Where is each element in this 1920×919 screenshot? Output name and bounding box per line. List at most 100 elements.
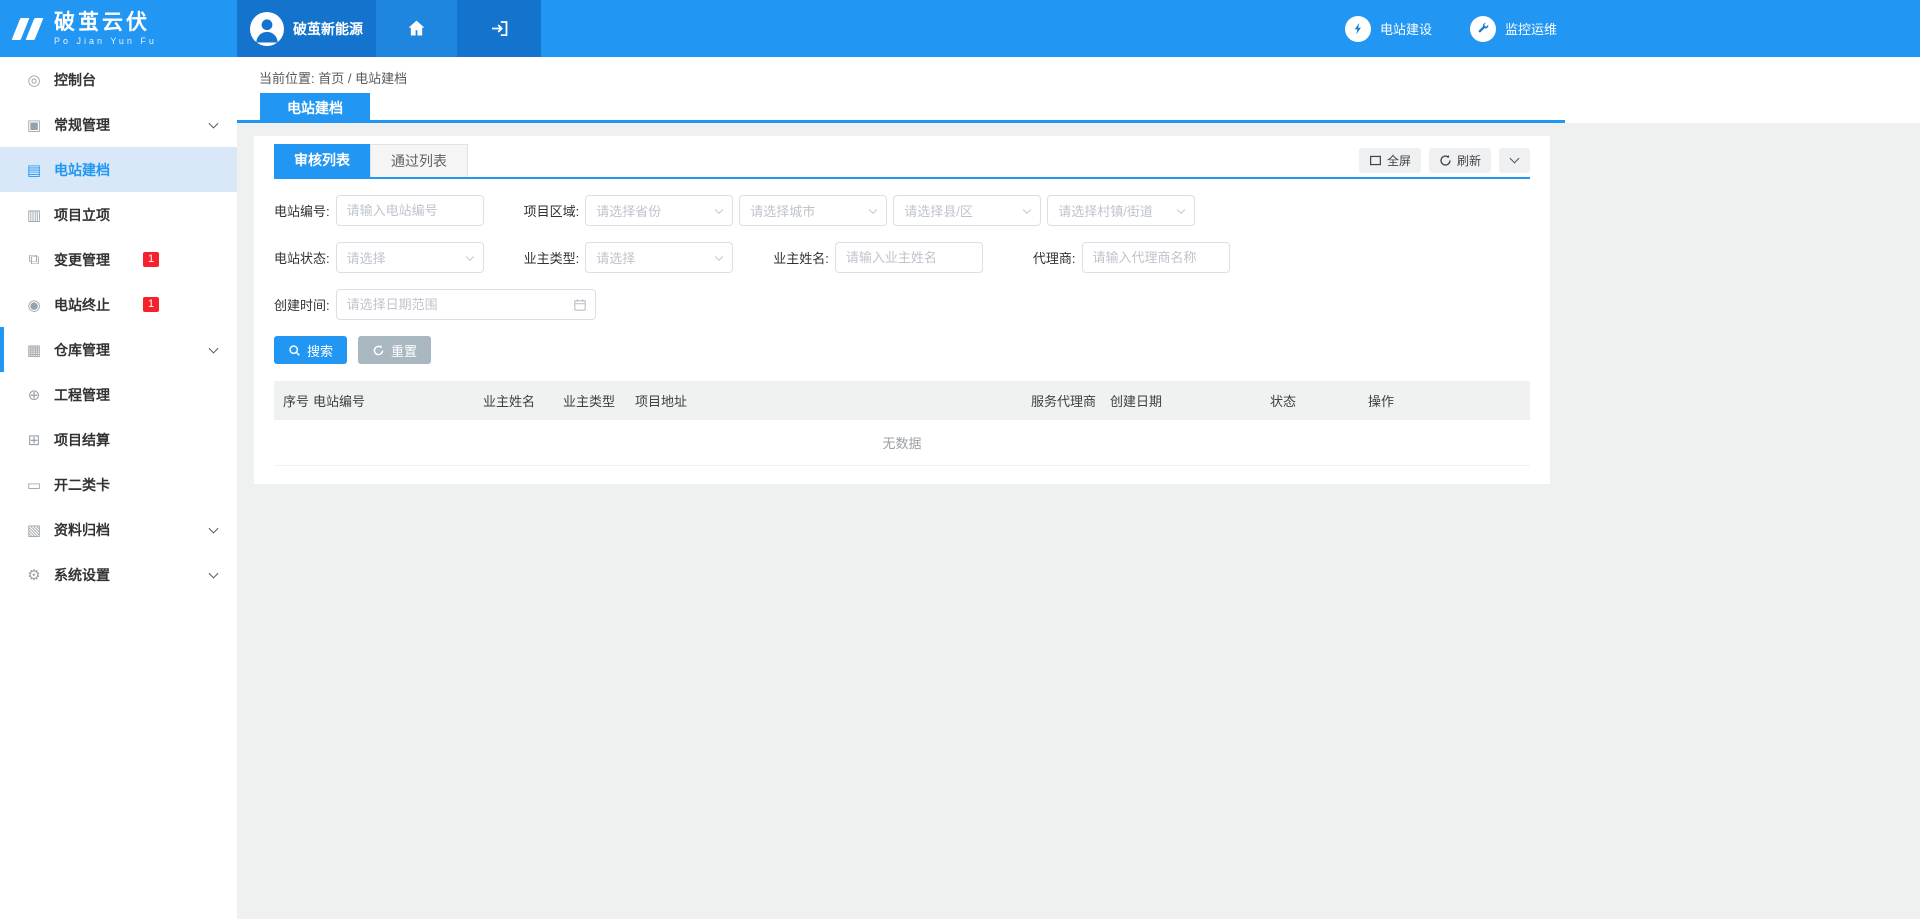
collapse-toolbar-button[interactable] bbox=[1499, 148, 1530, 173]
sidebar-item-general-management[interactable]: ▣ 常规管理 bbox=[0, 102, 237, 147]
county-select[interactable]: 请选择县/区 bbox=[893, 195, 1041, 226]
field-station-status: 电站状态: 请选择 bbox=[274, 242, 484, 273]
filter-row-1: 电站编号: 项目区域: 请选择省份 请选择城市 请选择县/区 请选择村镇/街道 bbox=[274, 195, 1530, 226]
brand-subtitle: Po Jian Yun Fu bbox=[54, 36, 157, 46]
col-station-code: 电站编号 bbox=[304, 391, 474, 410]
chevron-down-icon bbox=[715, 205, 723, 213]
chevron-down-icon bbox=[1023, 205, 1031, 213]
sidebar-item-class2-card[interactable]: ▭ 开二类卡 bbox=[0, 462, 237, 507]
tab-review-list[interactable]: 审核列表 bbox=[274, 144, 370, 177]
date-range-input[interactable] bbox=[336, 289, 596, 320]
globe-icon: ⊕ bbox=[25, 386, 43, 404]
filter-actions: 搜索 重置 bbox=[274, 336, 1530, 364]
province-select[interactable]: 请选择省份 bbox=[585, 195, 733, 226]
col-status: 状态 bbox=[1261, 391, 1359, 410]
chevron-down-icon bbox=[1177, 205, 1185, 213]
owner-type-select[interactable]: 请选择 bbox=[585, 242, 733, 273]
page-tab-station-filing[interactable]: 电站建档 bbox=[260, 93, 370, 123]
project-icon: ▥ bbox=[25, 206, 43, 224]
village-select[interactable]: 请选择村镇/街道 bbox=[1047, 195, 1195, 226]
wrench-icon bbox=[1470, 16, 1496, 42]
col-operations: 操作 bbox=[1359, 391, 1530, 410]
col-owner-type: 业主类型 bbox=[554, 391, 626, 410]
field-create-time: 创建时间: bbox=[274, 289, 596, 320]
sidebar-item-system-settings[interactable]: ⚙ 系统设置 bbox=[0, 552, 237, 597]
filter-row-3: 创建时间: bbox=[274, 289, 1530, 320]
tab-approved-list[interactable]: 通过列表 bbox=[370, 144, 468, 177]
sidebar: ◎ 控制台 ▣ 常规管理 ▤ 电站建档 ▥ 项目立项 ⧉ 变更管理 1 ◉ 电站… bbox=[0, 57, 237, 919]
field-agent: 代理商: bbox=[1033, 242, 1230, 273]
sidebar-item-warehouse-management[interactable]: ▦ 仓库管理 bbox=[0, 327, 237, 372]
breadcrumb-tab-bar: 当前位置: 首页 / 电站建档 电站建档 bbox=[237, 57, 1920, 123]
create-time-label: 创建时间: bbox=[274, 295, 330, 314]
sidebar-item-project-settlement[interactable]: ⊞ 项目结算 bbox=[0, 417, 237, 462]
tab-underline bbox=[237, 120, 1565, 123]
copy-icon: ⧉ bbox=[25, 251, 43, 268]
empty-state: 无数据 bbox=[274, 420, 1530, 466]
nav-label: 电站建设 bbox=[1380, 19, 1432, 38]
filter-form: 电站编号: 项目区域: 请选择省份 请选择城市 请选择县/区 请选择村镇/街道 … bbox=[274, 179, 1530, 320]
filter-row-2: 电站状态: 请选择 业主类型: 请选择 业主姓名: 代理商: bbox=[274, 242, 1530, 273]
refresh-button[interactable]: 刷新 bbox=[1429, 148, 1491, 173]
nav-label: 监控运维 bbox=[1505, 19, 1557, 38]
sidebar-item-engineering-management[interactable]: ⊕ 工程管理 bbox=[0, 372, 237, 417]
chevron-down-icon bbox=[869, 205, 877, 213]
breadcrumb: 当前位置: 首页 / 电站建档 bbox=[237, 57, 1920, 87]
station-code-input[interactable] bbox=[336, 195, 484, 226]
search-button[interactable]: 搜索 bbox=[274, 336, 347, 364]
dashboard-icon: ◎ bbox=[25, 71, 43, 89]
nav-station-construction[interactable]: 电站建设 bbox=[1345, 16, 1432, 42]
nav-monitoring-ops[interactable]: 监控运维 bbox=[1470, 16, 1557, 42]
sidebar-item-data-archive[interactable]: ▧ 资料归档 bbox=[0, 507, 237, 552]
reset-button[interactable]: 重置 bbox=[358, 336, 431, 364]
col-index: 序号 bbox=[274, 391, 304, 410]
logout-button[interactable] bbox=[457, 0, 541, 57]
chevron-down-icon bbox=[465, 252, 473, 260]
breadcrumb-separator: / bbox=[348, 71, 352, 86]
brand-logo-icon bbox=[16, 18, 44, 40]
user-name: 破茧新能源 bbox=[293, 19, 363, 39]
chevron-down-icon bbox=[209, 118, 219, 128]
owner-name-input[interactable] bbox=[835, 242, 983, 273]
station-status-label: 电站状态: bbox=[274, 248, 330, 267]
content-panel: 审核列表 通过列表 全屏 刷新 bbox=[254, 136, 1550, 484]
chevron-down-icon bbox=[209, 523, 219, 533]
owner-name-label: 业主姓名: bbox=[773, 248, 829, 267]
exit-arrow-icon bbox=[489, 18, 510, 39]
col-owner-name: 业主姓名 bbox=[474, 391, 554, 410]
station-code-label: 电站编号: bbox=[274, 201, 330, 220]
table-header-row: 序号 电站编号 业主姓名 业主类型 项目地址 服务代理商 创建日期 状态 操作 bbox=[274, 381, 1530, 420]
breadcrumb-prefix: 当前位置: bbox=[259, 71, 315, 86]
breadcrumb-current: 电站建档 bbox=[355, 71, 407, 86]
fullscreen-icon bbox=[1369, 154, 1382, 167]
city-select[interactable]: 请选择城市 bbox=[739, 195, 887, 226]
col-create-date: 创建日期 bbox=[1101, 391, 1261, 410]
user-menu[interactable]: 破茧新能源 bbox=[237, 0, 376, 57]
fullscreen-button[interactable]: 全屏 bbox=[1359, 148, 1421, 173]
home-button[interactable] bbox=[376, 0, 457, 57]
sidebar-item-console[interactable]: ◎ 控制台 bbox=[0, 57, 237, 102]
top-header: 破茧云伏 Po Jian Yun Fu 破茧新能源 bbox=[0, 0, 1920, 57]
col-project-address: 项目地址 bbox=[626, 391, 1022, 410]
panel-tabs: 审核列表 通过列表 全屏 刷新 bbox=[274, 144, 1530, 179]
search-icon bbox=[288, 344, 301, 357]
sidebar-item-change-management[interactable]: ⧉ 变更管理 1 bbox=[0, 237, 237, 282]
field-project-region: 项目区域: 请选择省份 请选择城市 请选择县/区 请选择村镇/街道 bbox=[524, 195, 1196, 226]
agent-input[interactable] bbox=[1082, 242, 1230, 273]
main-content: 当前位置: 首页 / 电站建档 电站建档 审核列表 通过列表 全屏 bbox=[237, 57, 1920, 919]
calendar-icon bbox=[573, 298, 587, 312]
refresh-icon bbox=[1439, 154, 1452, 167]
sidebar-item-station-termination[interactable]: ◉ 电站终止 1 bbox=[0, 282, 237, 327]
card-icon: ▭ bbox=[25, 476, 43, 494]
sidebar-item-project-initiation[interactable]: ▥ 项目立项 bbox=[0, 192, 237, 237]
breadcrumb-home-link[interactable]: 首页 bbox=[318, 71, 344, 86]
panel-toolbar: 全屏 刷新 bbox=[1359, 148, 1530, 173]
station-status-select[interactable]: 请选择 bbox=[336, 242, 484, 273]
field-owner-type: 业主类型: 请选择 bbox=[524, 242, 734, 273]
field-owner-name: 业主姓名: bbox=[773, 242, 983, 273]
sidebar-item-station-filing[interactable]: ▤ 电站建档 bbox=[0, 147, 237, 192]
field-station-code: 电站编号: bbox=[274, 195, 484, 226]
brand-logo: 破茧云伏 Po Jian Yun Fu bbox=[0, 0, 237, 57]
owner-type-label: 业主类型: bbox=[524, 248, 580, 267]
gear-icon: ⚙ bbox=[25, 566, 43, 584]
